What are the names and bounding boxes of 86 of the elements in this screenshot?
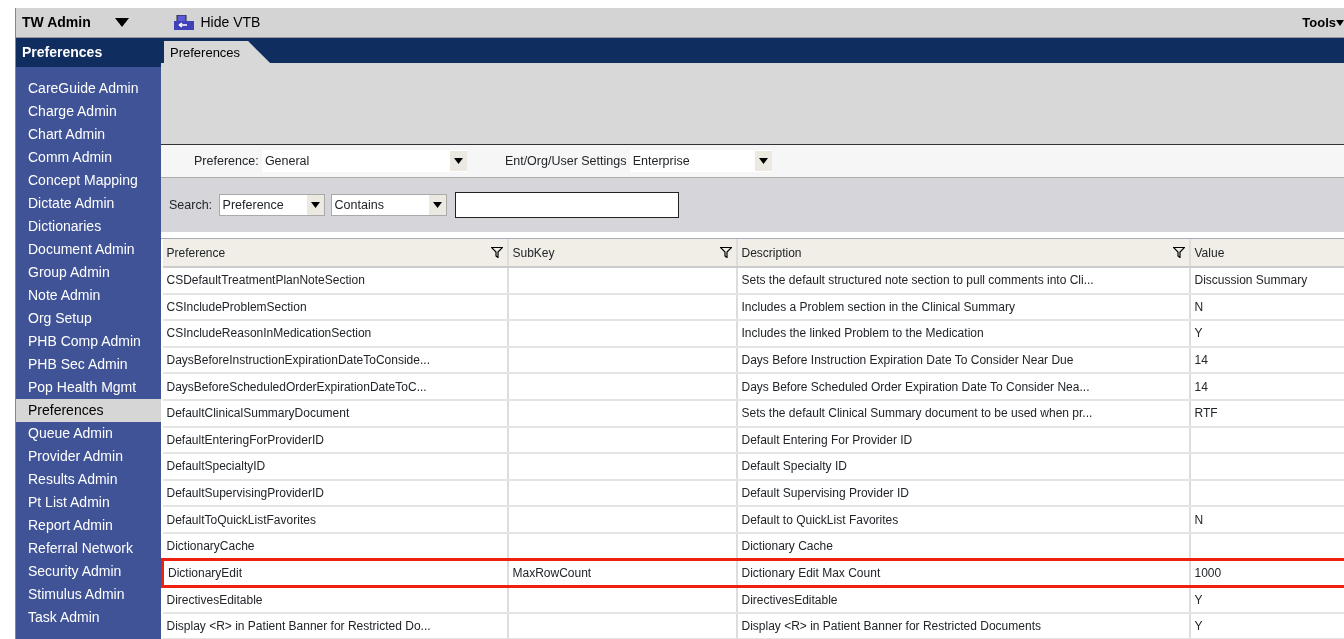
window-icon — [174, 15, 194, 30]
table-cell: DefaultSpecialtyID — [166, 459, 266, 474]
table-cell: Discussion Summary — [1194, 273, 1308, 288]
tab[interactable]: Preferences — [164, 41, 271, 63]
table-cell: 14 — [1194, 353, 1208, 368]
column-header[interactable]: SubKey — [512, 243, 555, 262]
table-cell: Sets the default Clinical Summary document to be used when pr... — [741, 406, 1093, 421]
caret-icon — [114, 18, 129, 27]
table-cell: DefaultEnteringForProviderID — [166, 432, 324, 447]
table-cell: DaysBeforeScheduledOrderExpirationDateToC... — [166, 379, 427, 394]
column-header[interactable]: Value — [1194, 243, 1225, 262]
search-column-dropdown[interactable]: Preference — [218, 194, 325, 216]
sidebar-title: Preferences — [16, 38, 161, 67]
table-cell: DefaultSupervisingProviderID — [166, 486, 324, 501]
sidebar-item[interactable]: CareGuide Admin — [16, 77, 161, 100]
column-header[interactable]: Preference — [166, 243, 226, 262]
table-cell: Dictionary Cache — [741, 539, 833, 553]
caret-icon — [1336, 19, 1344, 26]
sidebar-item[interactable]: Org Setup — [16, 307, 161, 330]
table-cell: Includes the linked Problem to the Medication — [741, 326, 984, 341]
sidebar-item[interactable]: Referral Network — [16, 537, 161, 560]
sidebar-item[interactable]: Preferences — [16, 399, 161, 422]
sidebar-item[interactable]: Task Admin — [16, 606, 161, 629]
sidebar-item[interactable]: Document Admin — [16, 238, 161, 261]
table-cell: Includes a Problem section in the Clinical Summary — [741, 299, 1015, 314]
sidebar-item[interactable]: Note Admin — [16, 284, 161, 307]
hide-vtb-button[interactable]: Hide VTB — [174, 12, 261, 33]
sidebar-item[interactable]: Report Admin — [16, 514, 161, 537]
sidebar-item[interactable]: Stimulus Admin — [16, 583, 161, 606]
field-label: Search: — [169, 196, 213, 214]
sidebar-item[interactable]: Charge Admin — [16, 100, 161, 123]
table-cell: DaysBeforeInstructionExpirationDateToConside... — [166, 353, 430, 368]
sidebar-item[interactable]: PHB Comp Admin — [16, 330, 161, 353]
table-cell: CSDefaultTreatmentPlanNoteSection — [166, 273, 365, 288]
table-cell: CSIncludeReasonInMedicationSection — [166, 326, 372, 341]
filter-icon[interactable] — [490, 247, 503, 258]
sidebar-item[interactable]: Provider Admin — [16, 445, 161, 468]
table-cell: Default to QuickList Favorites — [741, 512, 899, 527]
sidebar-item[interactable]: Dictionaries — [16, 215, 161, 238]
table-cell: Y — [1194, 592, 1203, 607]
table-cell: DirectivesEditable — [741, 592, 838, 607]
table-cell: DirectivesEditable — [166, 592, 263, 607]
table-cell: DefaultToQuickListFavorites — [166, 512, 316, 527]
sidebar-item[interactable]: PHB Sec Admin — [16, 353, 161, 376]
table-cell: MaxRowCount — [512, 565, 592, 580]
table-cell: Y — [1194, 619, 1203, 633]
search-field[interactable] — [454, 192, 679, 218]
table-cell: DictionaryEdit — [168, 565, 243, 580]
sidebar-item[interactable]: Results Admin — [16, 468, 161, 491]
sidebar-item[interactable]: Group Admin — [16, 261, 161, 284]
table-cell: Default Supervising Provider ID — [741, 486, 909, 501]
sidebar-item[interactable]: Security Admin — [16, 560, 161, 583]
table-cell: Display <R> in Patient Banner for Restricted Do... — [166, 619, 431, 633]
table-cell: Days Before Instruction Expiration Date To Consider Near Due — [741, 353, 1074, 368]
table-cell: 14 — [1194, 379, 1208, 394]
table-cell: Display <R> in Patient Banner for Restricted Documents — [741, 619, 1041, 633]
sidebar-item[interactable]: Pt List Admin — [16, 491, 161, 514]
table-cell: N — [1194, 299, 1204, 314]
sidebar-item[interactable]: Pop Health Mgmt — [16, 376, 161, 399]
table-cell: DefaultClinicalSummaryDocument — [166, 406, 350, 421]
sidebar-item[interactable]: Dictate Admin — [16, 192, 161, 215]
search-mode-dropdown[interactable]: Contains — [330, 194, 447, 216]
column-header[interactable]: Description — [741, 243, 802, 262]
preference-dropdown[interactable]: General — [261, 150, 467, 172]
filter-icon[interactable] — [1172, 247, 1185, 258]
tools-menu[interactable]: Tools — [1302, 12, 1344, 33]
table-cell: RTF — [1194, 406, 1218, 421]
app-menu[interactable]: TW Admin — [16, 12, 159, 33]
table-cell: Default Specialty ID — [741, 459, 847, 474]
table-cell: DictionaryCache — [166, 539, 255, 553]
table-cell: 1000 — [1194, 565, 1222, 580]
sidebar-item[interactable]: Comm Admin — [16, 146, 161, 169]
table-cell: Dictionary Edit Max Count — [741, 565, 881, 580]
table-cell: Days Before Scheduled Order Expiration Date To Consider Nea... — [741, 379, 1090, 394]
field-label: Ent/Org/User Settings — [504, 152, 627, 170]
table-cell: Default Entering For Provider ID — [741, 432, 913, 447]
table-cell: Y — [1194, 326, 1203, 341]
table-cell: Sets the default structured note section to pull comments into Cli... — [741, 273, 1094, 288]
settings-dropdown[interactable]: Enterprise — [629, 150, 772, 172]
sidebar-item[interactable]: Queue Admin — [16, 422, 161, 445]
table-cell: CSIncludeProblemSection — [166, 299, 307, 314]
filter-icon[interactable] — [719, 247, 732, 258]
field-label: Preference: — [194, 152, 259, 170]
sidebar-item[interactable]: Chart Admin — [16, 123, 161, 146]
sidebar-item[interactable]: Concept Mapping — [16, 169, 161, 192]
table-cell: N — [1194, 512, 1204, 527]
